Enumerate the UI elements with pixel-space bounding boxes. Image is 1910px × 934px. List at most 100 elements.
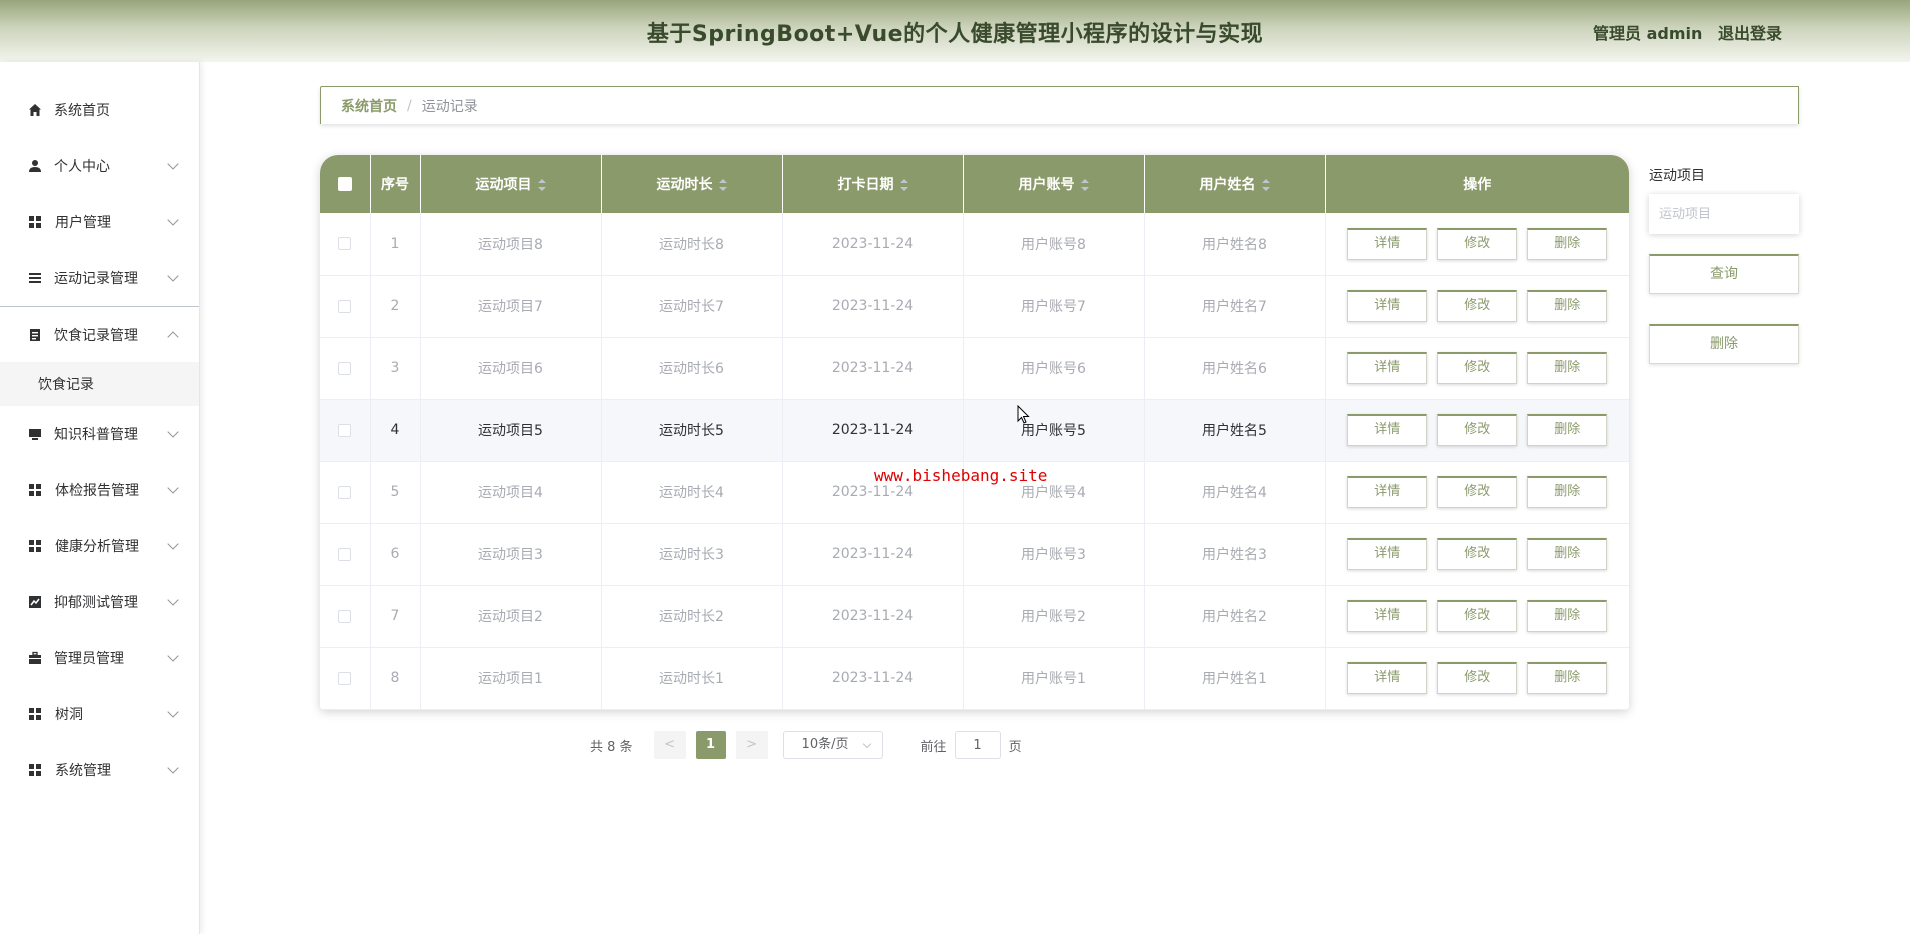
detail-button[interactable]: 详情 xyxy=(1347,227,1428,260)
cell-account: 用户账号8 xyxy=(963,213,1145,276)
sidebar-item-label: 知识科普管理 xyxy=(54,427,138,443)
cell-item: 运动项目4 xyxy=(420,461,602,524)
edit-button[interactable]: 修改 xyxy=(1437,538,1518,570)
edit-button[interactable]: 修改 xyxy=(1437,476,1518,508)
delete-button[interactable]: 删除 xyxy=(1527,538,1608,570)
sidebar-item-treehole[interactable]: 树洞 xyxy=(0,686,199,742)
prev-page-button[interactable]: < xyxy=(653,731,686,759)
sidebar-item-profile[interactable]: 个人中心 xyxy=(0,138,199,194)
sort-icon[interactable] xyxy=(1080,179,1089,191)
sidebar-item-admins[interactable]: 管理员管理 xyxy=(0,630,199,686)
sidebar-item-label: 系统首页 xyxy=(54,103,110,119)
column-header-duration[interactable]: 运动时长 xyxy=(601,155,783,213)
delete-button[interactable]: 删除 xyxy=(1527,352,1608,384)
detail-button[interactable]: 详情 xyxy=(1347,662,1428,694)
search-button[interactable]: 查询 xyxy=(1649,254,1799,294)
row-checkbox[interactable] xyxy=(338,485,352,499)
row-checkbox[interactable] xyxy=(338,299,352,313)
grid-icon xyxy=(29,764,41,776)
sidebar-item-health-analysis[interactable]: 健康分析管理 xyxy=(0,518,199,574)
row-checkbox[interactable] xyxy=(338,547,352,561)
table-row: 2 运动项目7 运动时长7 2023-11-24 用户账号7 用户姓名7 详情修… xyxy=(320,275,1629,338)
search-label: 运动项目 xyxy=(1649,168,1705,184)
logout-link[interactable]: 退出登录 xyxy=(1718,24,1782,43)
delete-button[interactable]: 删除 xyxy=(1527,290,1608,322)
cell-index: 2 xyxy=(370,275,421,338)
sidebar-item-diet[interactable]: 饮食记录管理 xyxy=(0,306,199,362)
goto-page-input[interactable] xyxy=(954,731,1001,759)
detail-button[interactable]: 详情 xyxy=(1347,538,1428,570)
delete-button[interactable]: 删除 xyxy=(1527,600,1608,632)
sidebar-item-home[interactable]: 系统首页 xyxy=(0,82,199,138)
column-header-name[interactable]: 用户姓名 xyxy=(1144,155,1326,213)
cell-index: 7 xyxy=(370,585,421,648)
column-header-item[interactable]: 运动项目 xyxy=(420,155,602,213)
cell-item: 运动项目1 xyxy=(420,647,602,710)
sort-icon[interactable] xyxy=(1261,179,1270,191)
page-number-current[interactable]: 1 xyxy=(695,731,726,759)
page-size-select[interactable]: 10条/页 xyxy=(782,731,883,759)
select-all-cell[interactable] xyxy=(320,155,371,213)
edit-button[interactable]: 修改 xyxy=(1437,662,1518,694)
edit-button[interactable]: 修改 xyxy=(1437,352,1518,384)
detail-button[interactable]: 详情 xyxy=(1347,290,1428,322)
cell-actions: 详情 修改 删除 xyxy=(1325,213,1629,276)
cell-actions: 详情 修改 删除 xyxy=(1325,585,1629,648)
sidebar-item-label: 饮食记录管理 xyxy=(54,327,138,344)
sidebar-item-checkup[interactable]: 体检报告管理 xyxy=(0,462,199,518)
column-header-account[interactable]: 用户账号 xyxy=(963,155,1145,213)
mouse-cursor-icon xyxy=(1017,404,1031,429)
select-all-checkbox[interactable] xyxy=(337,177,352,191)
edit-button[interactable]: 修改 xyxy=(1437,414,1518,446)
row-checkbox[interactable] xyxy=(338,671,352,685)
delete-button[interactable]: 删除 xyxy=(1527,662,1608,694)
search-input[interactable] xyxy=(1649,194,1799,234)
column-header-date[interactable]: 打卡日期 xyxy=(782,155,964,213)
sort-icon[interactable] xyxy=(899,179,908,191)
table-row: 1 运动项目8 运动时长8 2023-11-24 用户账号8 用户姓名8 详情修… xyxy=(320,213,1629,276)
row-checkbox[interactable] xyxy=(338,361,352,375)
cell-item: 运动项目3 xyxy=(420,523,602,586)
row-checkbox[interactable] xyxy=(338,609,352,623)
batch-delete-button[interactable]: 删除 xyxy=(1649,324,1799,364)
cell-account: 用户账号1 xyxy=(963,647,1145,710)
sort-icon[interactable] xyxy=(537,179,546,191)
cell-date: 2023-11-24 xyxy=(782,523,964,586)
table-row: 4 运动项目5 运动时长5 2023-11-24 用户账号5 用户姓名5 详情修… xyxy=(320,399,1629,462)
breadcrumb-home[interactable]: 系统首页 xyxy=(341,96,397,116)
cell-index: 8 xyxy=(370,647,421,710)
sort-icon[interactable] xyxy=(718,179,727,191)
cell-account: 用户账号5 xyxy=(963,399,1145,462)
sidebar-item-system[interactable]: 系统管理 xyxy=(0,742,199,798)
cell-account: 用户账号3 xyxy=(963,523,1145,586)
table-row: 3 运动项目6 运动时长6 2023-11-24 用户账号6 用户姓名6 详情修… xyxy=(320,337,1629,400)
sidebar-item-knowledge[interactable]: 知识科普管理 xyxy=(0,406,199,462)
row-checkbox[interactable] xyxy=(338,237,352,251)
cell-index: 6 xyxy=(370,523,421,586)
next-page-button[interactable]: > xyxy=(735,731,768,759)
cell-name: 用户姓名7 xyxy=(1144,275,1326,338)
sidebar-item-label: 抑郁测试管理 xyxy=(54,595,138,611)
sidebar-item-depression-test[interactable]: 抑郁测试管理 xyxy=(0,574,199,630)
sidebar-item-users[interactable]: 用户管理 xyxy=(0,194,199,250)
edit-button[interactable]: 修改 xyxy=(1437,227,1518,260)
edit-button[interactable]: 修改 xyxy=(1437,290,1518,322)
sidebar-subitem-diet-record[interactable]: 饮食记录 xyxy=(0,362,199,406)
cell-item: 运动项目7 xyxy=(420,275,602,338)
delete-button[interactable]: 删除 xyxy=(1527,227,1608,260)
cell-actions: 详情 修改 删除 xyxy=(1325,461,1629,524)
sidebar-item-exercise[interactable]: 运动记录管理 xyxy=(0,250,199,306)
chevron-down-icon xyxy=(167,538,179,550)
detail-button[interactable]: 详情 xyxy=(1347,476,1428,508)
delete-button[interactable]: 删除 xyxy=(1527,476,1608,508)
detail-button[interactable]: 详情 xyxy=(1347,600,1428,632)
delete-button[interactable]: 删除 xyxy=(1527,414,1608,446)
edit-button[interactable]: 修改 xyxy=(1437,600,1518,632)
cell-actions: 详情 修改 删除 xyxy=(1325,523,1629,586)
breadcrumb: 系统首页 / 运动记录 xyxy=(320,86,1799,124)
detail-button[interactable]: 详情 xyxy=(1347,352,1428,384)
cell-actions: 详情 修改 删除 xyxy=(1325,399,1629,462)
row-checkbox[interactable] xyxy=(338,423,352,437)
detail-button[interactable]: 详情 xyxy=(1347,414,1428,446)
column-header-actions: 操作 xyxy=(1463,177,1492,193)
